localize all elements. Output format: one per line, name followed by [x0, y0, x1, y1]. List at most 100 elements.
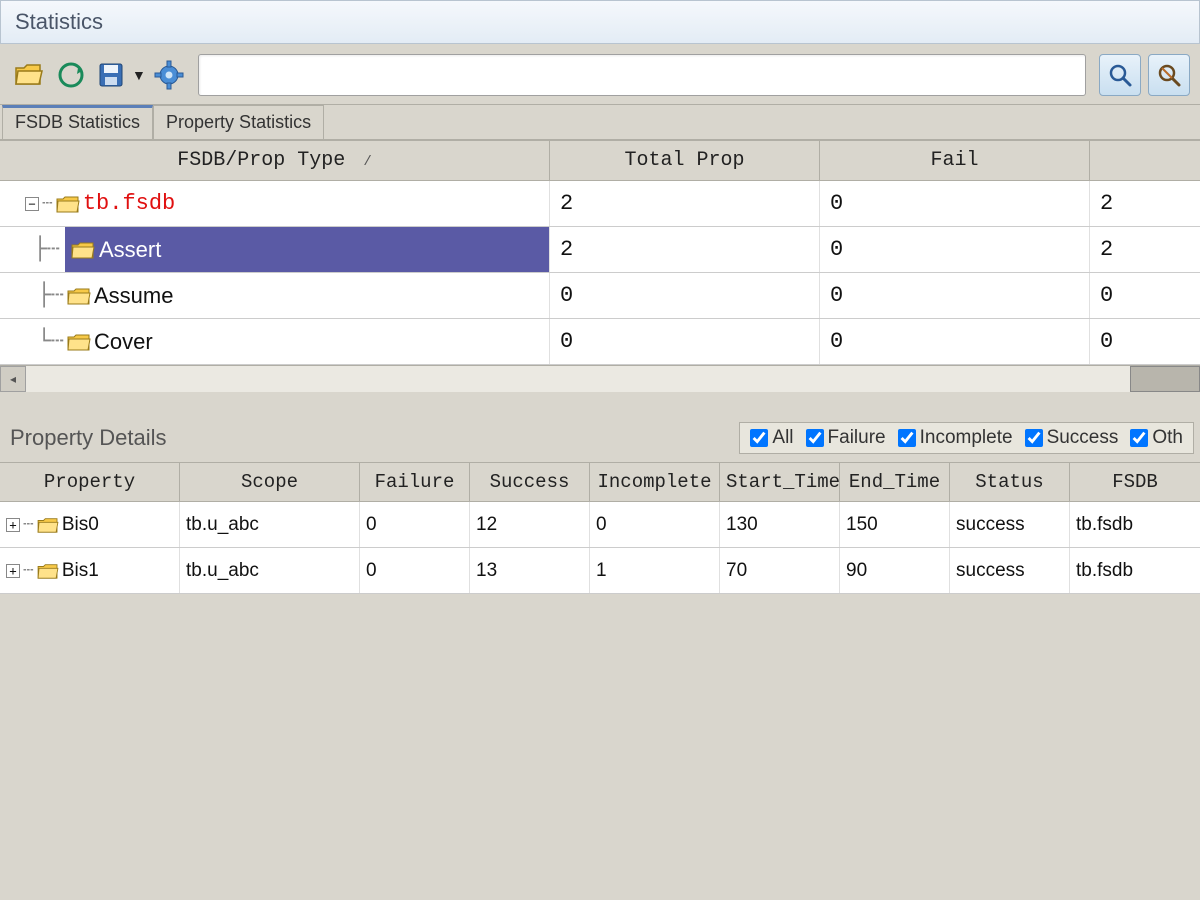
cell-fail: 0 [820, 227, 1090, 272]
tree-row-root[interactable]: − ┄ tb.fsdb 2 0 2 [0, 181, 1200, 227]
cell-scope: tb.u_abc [180, 548, 360, 593]
filter-all[interactable]: All [746, 427, 797, 449]
col-fsdb[interactable]: FSDB [1070, 463, 1200, 501]
details-row[interactable]: + ┄ Bis1 tb.u_abc 0 13 1 70 90 success t… [0, 548, 1200, 594]
tab-fsdb-statistics[interactable]: FSDB Statistics [2, 105, 153, 139]
cell-start: 130 [720, 502, 840, 547]
property-details-header: Property Details All Failure Incomplete … [0, 391, 1200, 462]
expand-toggle[interactable]: + [6, 564, 20, 578]
cell-extra: 2 [1090, 227, 1200, 272]
filter-other[interactable]: Oth [1126, 427, 1187, 449]
filter-other-checkbox[interactable] [1130, 429, 1148, 447]
cell-extra: 0 [1090, 273, 1200, 318]
filter-success-checkbox[interactable] [1025, 429, 1043, 447]
column-header-type[interactable]: FSDB/Prop Type / [0, 141, 550, 180]
save-button[interactable] [94, 56, 128, 94]
cell-incomplete: 1 [590, 548, 720, 593]
filter-box: All Failure Incomplete Success Oth [739, 422, 1194, 454]
filter-incomplete-checkbox[interactable] [898, 429, 916, 447]
sort-indicator: / [363, 154, 371, 170]
property-name: Bis0 [62, 514, 99, 536]
details-grid-header: Property Scope Failure Success Incomplet… [0, 462, 1200, 502]
open-folder-button[interactable] [10, 56, 48, 94]
tree-row-assert[interactable]: ├┄ Assert 2 0 2 [0, 227, 1200, 273]
folder-icon [71, 240, 95, 260]
column-header-extra[interactable] [1090, 141, 1200, 180]
tree-connector: ┄ [42, 193, 53, 214]
scroll-track[interactable] [26, 366, 1200, 392]
settings-button[interactable] [150, 56, 188, 94]
folder-icon [67, 332, 91, 352]
filter-failure[interactable]: Failure [802, 427, 890, 449]
folder-icon [67, 286, 91, 306]
folder-icon [37, 562, 59, 580]
cell-end: 90 [840, 548, 950, 593]
cell-extra: 2 [1090, 181, 1200, 226]
tree-node-label: Assert [99, 237, 161, 263]
col-status[interactable]: Status [950, 463, 1070, 501]
cell-fsdb: tb.fsdb [1070, 502, 1200, 547]
col-success[interactable]: Success [470, 463, 590, 501]
tab-label: Property Statistics [166, 112, 311, 132]
folder-icon [14, 62, 44, 88]
property-details-title: Property Details [10, 425, 167, 451]
expand-toggle[interactable]: − [25, 197, 39, 211]
tab-bar: FSDB Statistics Property Statistics [0, 105, 1200, 139]
window-title-bar: Statistics [0, 0, 1200, 44]
col-incomplete[interactable]: Incomplete [590, 463, 720, 501]
property-name: Bis1 [62, 560, 99, 582]
save-dropdown-arrow[interactable]: ▼ [132, 67, 146, 83]
cell-fail: 0 [820, 181, 1090, 226]
toolbar: ▼ [0, 44, 1200, 105]
cell-total: 2 [550, 227, 820, 272]
search-advanced-icon [1156, 62, 1182, 88]
col-property[interactable]: Property [0, 463, 180, 501]
filter-incomplete[interactable]: Incomplete [894, 427, 1017, 449]
col-end[interactable]: End_Time [840, 463, 950, 501]
column-header-total[interactable]: Total Prop [550, 141, 820, 180]
cell-scope: tb.u_abc [180, 502, 360, 547]
cell-total: 2 [550, 181, 820, 226]
filter-all-checkbox[interactable] [750, 429, 768, 447]
cell-fsdb: tb.fsdb [1070, 548, 1200, 593]
tree-node-label: tb.fsdb [83, 191, 175, 216]
scroll-left-arrow[interactable]: ◂ [0, 366, 26, 392]
details-row[interactable]: + ┄ Bis0 tb.u_abc 0 12 0 130 150 success… [0, 502, 1200, 548]
refresh-icon [57, 61, 85, 89]
search-button[interactable] [1099, 54, 1141, 96]
expand-toggle[interactable]: + [6, 518, 20, 532]
cell-incomplete: 0 [590, 502, 720, 547]
cell-success: 13 [470, 548, 590, 593]
folder-icon [37, 516, 59, 534]
cell-start: 70 [720, 548, 840, 593]
col-failure[interactable]: Failure [360, 463, 470, 501]
col-scope[interactable]: Scope [180, 463, 360, 501]
tree-row-assume[interactable]: ├┄ Assume 0 0 0 [0, 273, 1200, 319]
search-advanced-button[interactable] [1148, 54, 1190, 96]
horizontal-scrollbar[interactable]: ◂ [0, 365, 1200, 391]
folder-icon [56, 194, 80, 214]
filter-failure-checkbox[interactable] [806, 429, 824, 447]
refresh-button[interactable] [52, 56, 90, 94]
col-start[interactable]: Start_Time [720, 463, 840, 501]
cell-success: 12 [470, 502, 590, 547]
tree-row-cover[interactable]: └┄ Cover 0 0 0 [0, 319, 1200, 365]
main-grid-panel: FSDB/Prop Type / Total Prop Fail − ┄ tb.… [0, 139, 1200, 391]
save-icon [97, 61, 125, 89]
cell-failure: 0 [360, 548, 470, 593]
cell-extra: 0 [1090, 319, 1200, 364]
cell-total: 0 [550, 319, 820, 364]
tab-property-statistics[interactable]: Property Statistics [153, 105, 324, 139]
cell-failure: 0 [360, 502, 470, 547]
cell-end: 150 [840, 502, 950, 547]
main-grid: FSDB/Prop Type / Total Prop Fail − ┄ tb.… [0, 140, 1200, 365]
scroll-thumb[interactable] [1130, 366, 1200, 392]
search-input[interactable] [198, 54, 1086, 96]
column-header-fail[interactable]: Fail [820, 141, 1090, 180]
gear-icon [154, 60, 184, 90]
cell-fail: 0 [820, 319, 1090, 364]
main-grid-header: FSDB/Prop Type / Total Prop Fail [0, 140, 1200, 181]
cell-status: success [950, 548, 1070, 593]
filter-success[interactable]: Success [1021, 427, 1123, 449]
tree-node-label: Assume [94, 283, 173, 309]
